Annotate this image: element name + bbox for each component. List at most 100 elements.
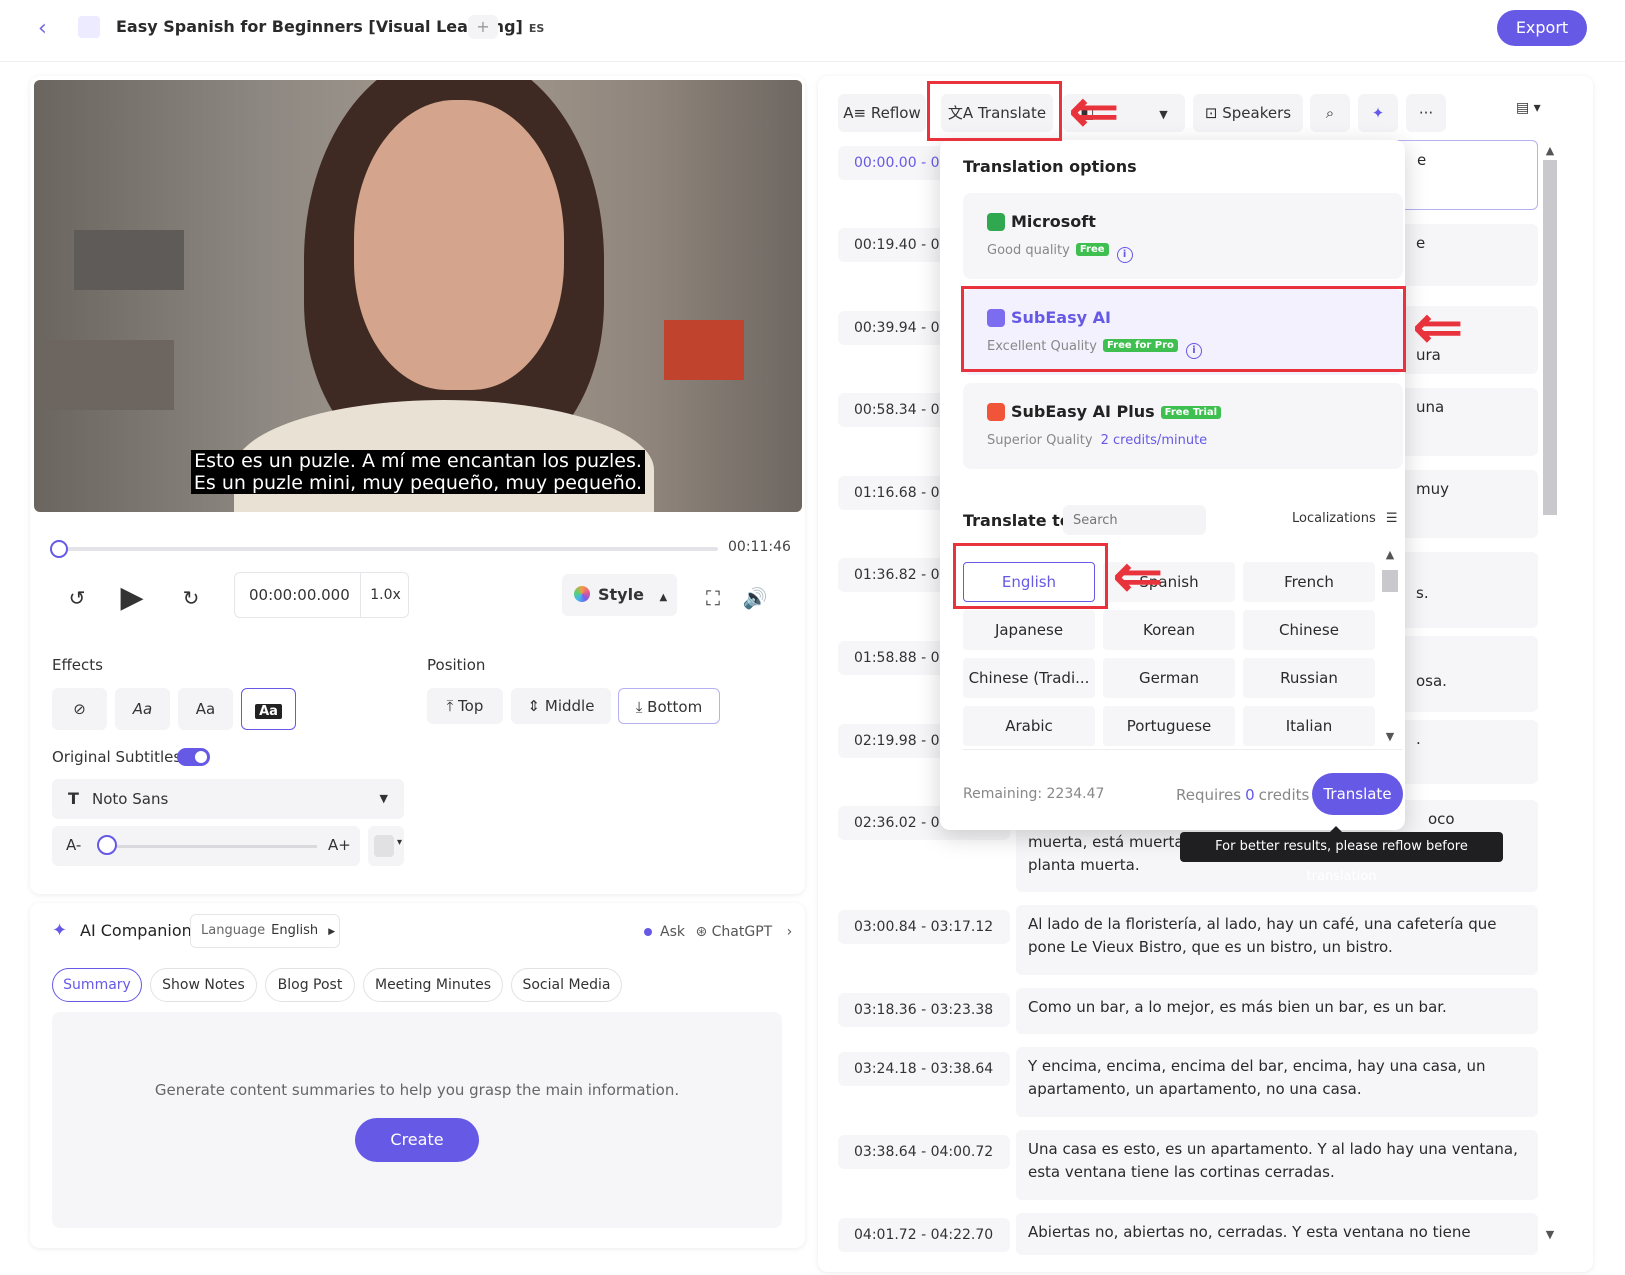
segment-end: 0	[930, 402, 940, 418]
language-label: Language	[201, 923, 266, 938]
speakers-label: Speakers	[1222, 104, 1292, 122]
lang-french[interactable]: French	[1243, 562, 1375, 602]
lang-chinese-traditional[interactable]: Chinese (Tradi...	[963, 658, 1095, 698]
effect-shadow-button[interactable]: Aa	[178, 688, 233, 730]
segment-start: 01:36.82	[854, 567, 917, 583]
lang-chinese[interactable]: Chinese	[1243, 610, 1375, 650]
magic-wand-icon[interactable]: ✦	[1358, 94, 1398, 132]
export-button[interactable]: Export	[1497, 10, 1587, 46]
lang-scroll-up-icon[interactable]: ▲	[1383, 548, 1397, 561]
segment-text-content: osa.	[1416, 672, 1447, 690]
lang-scrollbar-thumb[interactable]	[1382, 570, 1398, 592]
back-chevron-icon[interactable]: ‹	[38, 16, 58, 41]
progress-thumb[interactable]	[50, 540, 68, 558]
language-search-input[interactable]	[1063, 505, 1206, 535]
position-middle-button[interactable]: ⇕ Middle	[511, 688, 611, 724]
video-scene	[664, 320, 744, 380]
font-icon: T	[68, 789, 79, 808]
segment-text-content: Como un bar, a lo mejor, es más bien un …	[1028, 998, 1447, 1016]
speed-selector[interactable]: 1.0x	[360, 573, 410, 617]
localizations-label: Localizations	[1292, 511, 1376, 526]
reflow-tooltip: For better results, please reflow before…	[1180, 826, 1503, 884]
scrollbar-thumb[interactable]	[1543, 160, 1557, 515]
lang-italian[interactable]: Italian	[1243, 706, 1375, 746]
provider-subeasy-ai-plus[interactable]: SubEasy AI Plus Free Trial Superior Quali…	[963, 383, 1403, 469]
lang-korean[interactable]: Korean	[1103, 610, 1235, 650]
scroll-up-icon[interactable]: ▲	[1543, 144, 1557, 157]
lang-japanese[interactable]: Japanese	[963, 610, 1095, 650]
progress-track[interactable]	[58, 547, 718, 551]
info-icon[interactable]: i	[1116, 247, 1133, 263]
language-selector[interactable]: Language English ▶	[190, 914, 340, 948]
position-bottom-button[interactable]: ⤓ Bottom	[618, 688, 720, 724]
original-subtitles-label: Original Subtitles	[52, 748, 182, 766]
localizations-button[interactable]: Localizations ☰	[1292, 511, 1398, 526]
forward-icon[interactable]: ↻	[176, 580, 206, 616]
time-input[interactable]: 00:00:00.000 1.0x	[234, 572, 409, 618]
add-tab-button[interactable]: +	[468, 15, 498, 39]
more-button[interactable]: ···	[1406, 94, 1446, 132]
status-dot	[644, 928, 652, 936]
highlight-box	[953, 543, 1108, 609]
size-thumb[interactable]	[97, 835, 117, 855]
lang-scroll-down-icon[interactable]: ▼	[1383, 730, 1397, 743]
rewind-icon[interactable]: ↺	[62, 580, 92, 616]
segment-time[interactable]: 03:00.84 - 03:17.12	[838, 910, 1010, 944]
credits-link[interactable]: 2 credits/minute	[1101, 433, 1208, 448]
segment-time[interactable]: 03:38.64 - 04:00.72	[838, 1135, 1010, 1169]
scroll-down-icon[interactable]: ▼	[1543, 1228, 1557, 1241]
lang-german[interactable]: German	[1103, 658, 1235, 698]
original-subtitles-toggle[interactable]	[177, 748, 210, 766]
fullscreen-icon[interactable]: ⛶	[698, 580, 728, 616]
lang-russian[interactable]: Russian	[1243, 658, 1375, 698]
segment-text[interactable]: Como un bar, a lo mejor, es más bien un …	[1016, 988, 1538, 1034]
segment-text[interactable]: Abiertas no, abiertas no, cerradas. Y es…	[1016, 1213, 1538, 1255]
layout-toggle-icon[interactable]: ▤ ▾	[1516, 100, 1556, 126]
effects-label: Effects	[52, 656, 103, 674]
provider-name-text: SubEasy AI Plus	[1011, 402, 1155, 421]
chatgpt-logo-icon: ⊛	[695, 924, 708, 940]
effect-outline-button[interactable]: Aa	[115, 688, 170, 730]
create-button[interactable]: Create	[355, 1118, 479, 1162]
segment-text[interactable]: Una casa es esto, es un apartamento. Y a…	[1016, 1130, 1538, 1200]
provider-name: Microsoft	[1011, 212, 1096, 231]
segment-end: 0	[930, 485, 940, 501]
segment-time[interactable]: 03:24.18 - 03:38.64	[838, 1052, 1010, 1086]
highlight-box	[961, 286, 1406, 372]
decrease-font-size[interactable]: A-	[66, 836, 81, 854]
font-size-slider[interactable]: A- A+	[52, 826, 360, 866]
segment-text[interactable]: Al lado de la floristería, al lado, hay …	[1016, 905, 1538, 975]
style-button[interactable]: Style ▲	[562, 574, 677, 616]
size-track[interactable]	[112, 845, 317, 848]
font-color-picker[interactable]	[368, 826, 404, 866]
segment-end: 0	[930, 320, 940, 336]
segment-time[interactable]: 03:18.36 - 03:23.38	[838, 993, 1010, 1027]
search-icon[interactable]: ⌕	[1310, 94, 1350, 132]
provider-microsoft[interactable]: Microsoft Good quality Free i	[963, 193, 1403, 279]
speakers-button[interactable]: ⊡ Speakers	[1193, 94, 1303, 132]
segment-time[interactable]: 04:01.72 - 04:22.70	[838, 1218, 1010, 1252]
translate-confirm-button[interactable]: Translate	[1312, 773, 1403, 815]
lang-portuguese[interactable]: Portuguese	[1103, 706, 1235, 746]
position-top-button[interactable]: ⤒ Top	[427, 688, 503, 724]
effect-background-button[interactable]: Aa	[241, 688, 296, 730]
segment-text-content: muy	[1416, 480, 1449, 498]
effect-none-button[interactable]: ⊘	[52, 688, 107, 730]
ask-chatgpt-button[interactable]: Ask ⊛ ChatGPT ›	[644, 924, 792, 940]
ai-tab-summary[interactable]: Summary	[52, 968, 142, 1002]
play-icon[interactable]: ▶	[114, 580, 150, 616]
segment-start: 00:39.94	[854, 320, 917, 336]
highlight-box	[927, 81, 1062, 141]
ai-tab-meeting-minutes[interactable]: Meeting Minutes	[363, 968, 503, 1002]
video-player[interactable]: Esto es un puzle. A mí me encantan los p…	[34, 80, 802, 512]
segment-text-content: una	[1416, 398, 1445, 416]
lang-arabic[interactable]: Arabic	[963, 706, 1095, 746]
ai-tab-blog-post[interactable]: Blog Post	[265, 968, 355, 1002]
reflow-button[interactable]: A≡ Reflow	[838, 94, 926, 132]
increase-font-size[interactable]: A+	[328, 836, 351, 854]
font-select[interactable]: T Noto Sans ▼	[52, 779, 404, 819]
ai-tab-show-notes[interactable]: Show Notes	[150, 968, 257, 1002]
volume-icon[interactable]: 🔊	[740, 580, 770, 616]
segment-text[interactable]: Y encima, encima, encima del bar, encima…	[1016, 1047, 1538, 1117]
ai-tab-social-media[interactable]: Social Media	[511, 968, 622, 1002]
